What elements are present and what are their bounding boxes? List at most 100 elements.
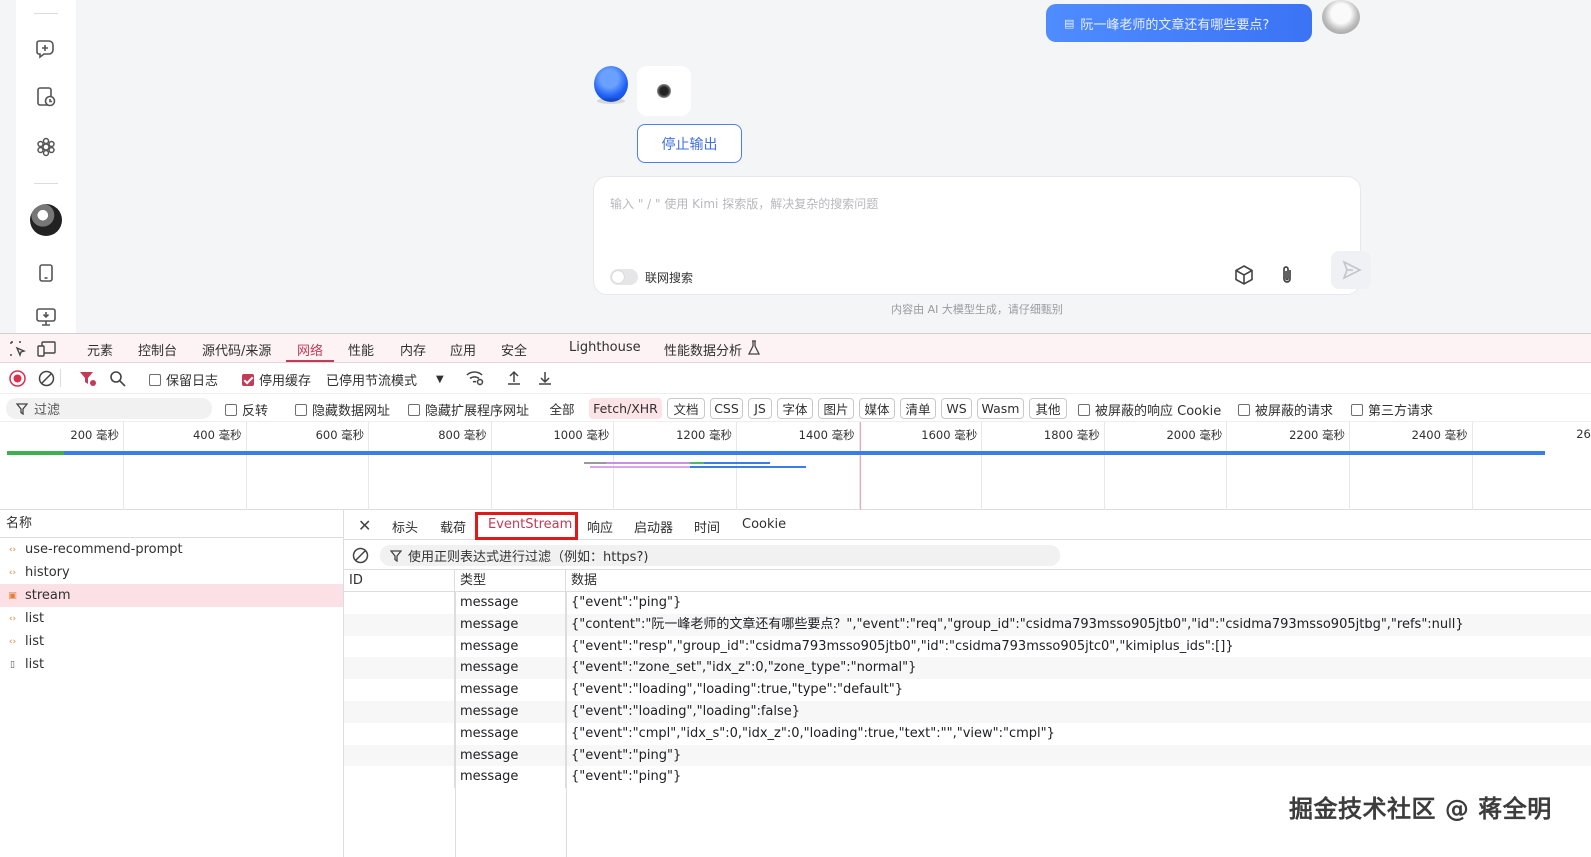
- network-overview-timeline[interactable]: 200 毫秒 400 毫秒 600 毫秒 800 毫秒 1000 毫秒 1200 毫秒 14…: [0, 422, 1591, 510]
- tab-security[interactable]: 安全: [501, 340, 527, 359]
- tab-memory[interactable]: 内存: [400, 340, 426, 359]
- tab-initiator[interactable]: 启动器: [634, 517, 673, 536]
- tab-network[interactable]: 网络: [297, 340, 323, 359]
- eventstream-row[interactable]: message {"event":"resp","group_id":"csidm…: [344, 635, 1591, 658]
- close-icon[interactable]: ✕: [358, 516, 371, 535]
- filter-input[interactable]: 过滤: [6, 398, 212, 419]
- type-filter-doc[interactable]: 文档: [667, 398, 705, 419]
- request-list-header[interactable]: 名称: [0, 510, 343, 538]
- funnel-icon: [390, 549, 402, 562]
- export-har-icon[interactable]: [536, 369, 554, 391]
- chat-input-placeholder[interactable]: 输入 " / " 使用 Kimi 探索版，解决复杂的搜索问题: [610, 195, 878, 212]
- throttling-select[interactable]: 已停用节流模式 ▼: [326, 370, 444, 389]
- web-search-label: 联网搜索: [645, 271, 694, 285]
- user-avatar[interactable]: [30, 204, 62, 236]
- web-search-toggle[interactable]: [610, 269, 638, 285]
- eventstream-row[interactable]: message {"event":"ping"}: [344, 744, 1591, 767]
- tab-timing[interactable]: 时间: [694, 517, 720, 536]
- request-row[interactable]: ▯ list: [0, 653, 343, 676]
- tab-console[interactable]: 控制台: [138, 340, 177, 359]
- eventstream-row[interactable]: message {"event":"loading","loading":fals…: [344, 700, 1591, 723]
- explore-icon[interactable]: [33, 134, 59, 160]
- history-icon[interactable]: [33, 84, 59, 110]
- blocked-cookies-checkbox[interactable]: 被屏蔽的响应 Cookie: [1078, 400, 1221, 419]
- checkbox-icon[interactable]: [408, 403, 420, 416]
- eventstream-row[interactable]: message {"event":"cmpl","idx_s":0,"idx_z"…: [344, 722, 1591, 745]
- blocked-requests-checkbox[interactable]: 被屏蔽的请求: [1238, 400, 1333, 419]
- tab-elements[interactable]: 元素: [87, 340, 113, 359]
- type-filter-wasm[interactable]: Wasm: [977, 398, 1024, 419]
- clear-icon[interactable]: [38, 370, 55, 391]
- search-icon[interactable]: [109, 370, 126, 391]
- cube-icon[interactable]: [1226, 257, 1262, 293]
- checkbox-icon[interactable]: [1351, 403, 1363, 416]
- kimi-chat-app: ▤ 阮一峰老师的文章还有哪些要点? 停止输出 输入 " / " 使用 Kimi …: [0, 0, 1591, 333]
- eventstream-row[interactable]: message {"event":"loading","loading":true…: [344, 679, 1591, 701]
- eventstream-row[interactable]: message {"content":"阮一峰老师的文章还有哪些要点？","eve…: [344, 613, 1591, 636]
- device-toolbar-icon[interactable]: [37, 340, 57, 362]
- type-filter-fetch-xhr[interactable]: Fetch/XHR: [589, 398, 662, 419]
- type-filter-ws[interactable]: WS: [941, 398, 972, 419]
- disable-cache-checkbox[interactable]: 停用缓存: [242, 370, 311, 389]
- stop-output-button[interactable]: 停止输出: [637, 124, 742, 163]
- tab-application[interactable]: 应用: [450, 340, 476, 359]
- event-data-cell: {"event":"ping"}: [571, 769, 682, 785]
- type-filter-other[interactable]: 其他: [1029, 398, 1067, 419]
- hide-extension-urls-checkbox[interactable]: 隐藏扩展程序网址: [408, 400, 529, 419]
- tab-sources[interactable]: 源代码/来源: [202, 340, 271, 359]
- import-har-icon[interactable]: [505, 369, 523, 391]
- eventstream-row[interactable]: message {"event":"ping"}: [344, 592, 1591, 614]
- request-row[interactable]: ‹› use-recommend-prompt: [0, 538, 343, 561]
- request-row[interactable]: ▣ stream: [0, 584, 343, 607]
- preserve-log-checkbox[interactable]: 保留日志: [149, 370, 218, 389]
- type-filter-manifest[interactable]: 清单: [900, 398, 936, 419]
- timeline-tick-label: 1200 毫秒: [676, 428, 732, 442]
- request-row[interactable]: ‹› list: [0, 607, 343, 630]
- eventstream-row[interactable]: message {"event":"ping"}: [344, 766, 1591, 789]
- type-filter-img[interactable]: 图片: [818, 398, 854, 419]
- desktop-download-icon[interactable]: [33, 304, 59, 330]
- chat-input-box[interactable]: 输入 " / " 使用 Kimi 探索版，解决复杂的搜索问题 联网搜索: [593, 176, 1371, 295]
- tab-payload[interactable]: 载荷: [440, 517, 466, 536]
- clear-messages-icon[interactable]: [352, 547, 369, 568]
- checkbox-icon[interactable]: [1238, 403, 1250, 416]
- checkbox-icon[interactable]: [295, 403, 307, 416]
- invert-checkbox[interactable]: 反转: [225, 400, 268, 419]
- tab-response[interactable]: 响应: [587, 517, 613, 536]
- type-filter-js[interactable]: JS: [748, 398, 772, 419]
- new-chat-icon[interactable]: [33, 35, 59, 61]
- type-filter-media[interactable]: 媒体: [859, 398, 895, 419]
- tab-headers[interactable]: 标头: [392, 517, 418, 536]
- type-filter-font[interactable]: 字体: [777, 398, 813, 419]
- mobile-icon[interactable]: [33, 260, 59, 286]
- type-filter-all[interactable]: 全部: [543, 398, 581, 419]
- checkbox-icon[interactable]: [1078, 403, 1090, 416]
- column-header-data[interactable]: 数据: [566, 570, 1591, 591]
- tab-cookies[interactable]: Cookie: [742, 517, 786, 532]
- eventstream-row[interactable]: message {"event":"zone_set","idx_z":0,"zo…: [344, 657, 1591, 680]
- tab-performance[interactable]: 性能: [348, 340, 374, 359]
- checkbox-checked-icon[interactable]: [242, 373, 254, 386]
- type-filter-css[interactable]: CSS: [710, 398, 743, 419]
- eventstream-filter-input[interactable]: 使用正则表达式进行过滤（例如：https?): [380, 545, 1060, 566]
- send-button[interactable]: [1331, 251, 1371, 289]
- tab-performance-insights[interactable]: 性能数据分析: [664, 340, 742, 359]
- timeline-mini-bar: [590, 466, 690, 468]
- third-party-checkbox[interactable]: 第三方请求: [1351, 400, 1433, 419]
- checkbox-icon[interactable]: [149, 373, 161, 386]
- hide-data-urls-checkbox[interactable]: 隐藏数据网址: [295, 400, 390, 419]
- devtools-tab-bar: 元素 控制台 源代码/来源 网络 性能 内存 应用 安全 Lighthouse …: [0, 334, 1591, 363]
- request-row[interactable]: ‹› list: [0, 630, 343, 653]
- inspect-element-icon[interactable]: [9, 340, 27, 362]
- column-header-id[interactable]: ID: [344, 570, 455, 591]
- attachment-icon[interactable]: [1269, 257, 1305, 293]
- watermark: 掘金技术社区 @ 蒋全明: [1289, 795, 1552, 823]
- tab-lighthouse[interactable]: Lighthouse: [569, 340, 641, 355]
- column-header-type[interactable]: 类型: [455, 570, 566, 591]
- filter-icon[interactable]: [79, 370, 97, 391]
- checkbox-icon[interactable]: [225, 403, 237, 416]
- load-event-marker: [860, 422, 861, 510]
- network-conditions-icon[interactable]: [465, 369, 485, 391]
- record-stop-icon[interactable]: [9, 370, 26, 391]
- request-row[interactable]: ‹› history: [0, 561, 343, 584]
